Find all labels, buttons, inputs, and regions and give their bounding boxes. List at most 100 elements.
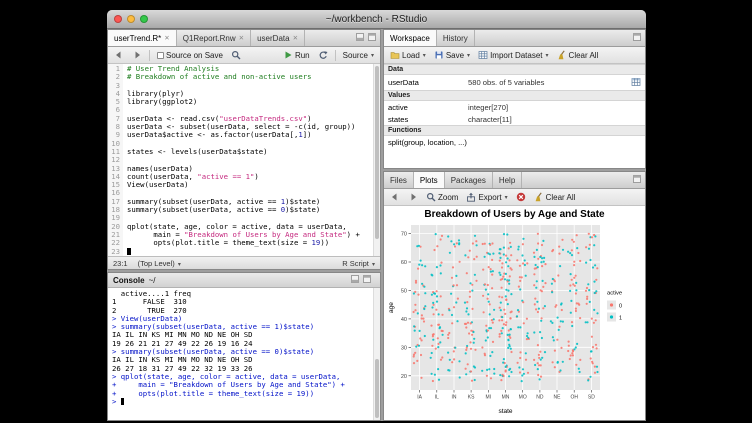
delete-icon [516, 192, 526, 202]
svg-text:OH: OH [570, 395, 578, 401]
chevron-down-icon: ▾ [178, 262, 181, 268]
run-label: Run [295, 51, 310, 60]
tab-plots[interactable]: Plots [414, 172, 445, 188]
code-editor[interactable]: 1234567891011121314151617181920212223 # … [108, 64, 380, 256]
arrow-right-icon [408, 192, 418, 202]
toolbar-divider [335, 50, 336, 61]
tab-packages[interactable]: Packages [445, 172, 493, 188]
back-button[interactable] [111, 49, 127, 61]
traffic-lights [114, 15, 148, 23]
workspace-section-values: Values [384, 90, 645, 101]
maximize-pane-button[interactable] [632, 32, 642, 44]
console-scrollbar[interactable] [373, 288, 380, 420]
clear-all-workspace-button[interactable]: Clear All [554, 49, 602, 61]
arrow-left-icon [390, 192, 400, 202]
export-plot-button[interactable]: Export▾ [463, 191, 510, 203]
object-value: character[11] [468, 115, 641, 124]
maximize-pane-button[interactable] [362, 274, 372, 286]
svg-text:30: 30 [400, 345, 406, 351]
close-tab-icon[interactable]: ✕ [293, 34, 298, 42]
source-on-save-label: Source on Save [166, 51, 223, 60]
close-tab-icon[interactable]: ✕ [164, 34, 169, 42]
svg-text:MN: MN [501, 395, 509, 401]
zoom-window-button[interactable] [140, 15, 148, 23]
close-window-button[interactable] [114, 15, 122, 23]
workspace-pane: WorkspaceHistory Load▾Save▾Import Datase… [383, 29, 646, 169]
zoom-icon [231, 50, 241, 60]
zoom-plot-button[interactable]: Zoom [423, 191, 461, 203]
plots-tabbar: FilesPlotsPackagesHelp [384, 172, 645, 189]
zoom-icon [426, 192, 436, 202]
source-on-save-checkbox[interactable] [157, 52, 164, 59]
run-button[interactable]: Run [280, 49, 313, 61]
workspace-object-row[interactable]: split(group, location, ...) [384, 136, 645, 148]
minimize-pane-button[interactable] [350, 274, 360, 286]
find-replace-icon[interactable] [228, 49, 244, 61]
chevron-down-icon: ▾ [423, 52, 426, 59]
console-header: Console ~/ [108, 273, 380, 288]
svg-text:state: state [498, 408, 512, 415]
minimize-pane-button[interactable] [355, 32, 365, 44]
console-output[interactable]: active....1 freq1 FALSE 3102 TRUE 270> V… [108, 288, 373, 420]
svg-text:ND: ND [536, 395, 544, 401]
console-title: Console [113, 276, 145, 285]
export-icon [466, 192, 476, 202]
load-workspace-button[interactable]: Load▾ [387, 49, 429, 61]
button-label: Import Dataset [490, 51, 542, 60]
next-plot-button[interactable] [405, 191, 421, 203]
svg-text:0: 0 [619, 304, 622, 310]
workspace-object-row[interactable]: statescharacter[11] [384, 113, 645, 125]
source-tab-userdata[interactable]: userData ✕ [251, 30, 305, 46]
line-numbers: 1234567891011121314151617181920212223 [108, 64, 123, 256]
cursor-position: 23:1 [113, 259, 128, 268]
console-line: > [112, 398, 373, 406]
svg-text:1: 1 [619, 316, 622, 322]
rerun-button[interactable] [315, 49, 331, 61]
svg-text:70: 70 [400, 232, 406, 238]
code-text[interactable]: # User Trend Analysis# Breakdown of acti… [123, 64, 373, 256]
svg-text:KS: KS [467, 395, 474, 401]
workspace-object-row[interactable]: userData580 obs. of 5 variables [384, 75, 645, 90]
file-type-selector[interactable]: R Script ▾ [342, 259, 375, 268]
tab-workspace[interactable]: Workspace [384, 30, 437, 46]
import-dataset-button[interactable]: Import Dataset▾ [475, 49, 551, 61]
source-tab-usertrend-r[interactable]: userTrend.R*✕ [108, 30, 177, 46]
arrow-right-icon [132, 50, 142, 60]
tab-label: Q1Report.Rnw [183, 34, 236, 43]
maximize-pane-button[interactable] [632, 174, 642, 186]
window-titlebar[interactable]: ~/workbench - RStudio [107, 10, 646, 29]
source-button[interactable]: Source ▾ [340, 50, 377, 61]
rerun-icon [318, 50, 328, 60]
chevron-down-icon: ▾ [371, 52, 374, 59]
tab-history[interactable]: History [437, 30, 475, 46]
source-on-save-toggle[interactable]: Source on Save [154, 50, 226, 61]
view-data-button[interactable] [631, 77, 641, 89]
object-name: active [388, 103, 468, 112]
editor-scrollbar[interactable] [373, 64, 380, 256]
workspace-object-row[interactable]: activeinteger[270] [384, 101, 645, 113]
svg-text:40: 40 [400, 317, 406, 323]
previous-plot-button[interactable] [387, 191, 403, 203]
workbench-area: userTrend.R*✕Q1Report.Rnw✕userData✕ Sour… [107, 29, 646, 421]
broom-icon [534, 192, 544, 202]
minimize-window-button[interactable] [127, 15, 135, 23]
source-tab-q1report-rnw[interactable]: Q1Report.Rnw✕ [177, 30, 251, 46]
chevron-down-icon: ▾ [372, 262, 375, 268]
forward-button[interactable] [129, 49, 145, 61]
plot-display-area: Breakdown of Users by Age and State 2030… [384, 206, 645, 420]
maximize-pane-button[interactable] [367, 32, 377, 44]
tab-help[interactable]: Help [493, 172, 522, 188]
source-pane: userTrend.R*✕Q1Report.Rnw✕userData✕ Sour… [107, 29, 381, 270]
close-tab-icon[interactable]: ✕ [239, 34, 244, 42]
svg-text:active: active [607, 291, 622, 297]
scope-selector[interactable]: (Top Level) ▾ [138, 259, 181, 268]
object-name: split(group, location, ...) [388, 138, 468, 147]
save-workspace-button[interactable]: Save▾ [431, 49, 473, 61]
workspace-section-functions: Functions [384, 125, 645, 136]
clear-all-plots-button[interactable]: Clear All [531, 191, 579, 203]
scatter-plot-image: 203040506070IAILINKSMIMNMONDNEOHSDstatea… [386, 220, 644, 416]
source-tabbar: userTrend.R*✕Q1Report.Rnw✕userData✕ [108, 30, 380, 47]
tab-files[interactable]: Files [384, 172, 414, 188]
remove-plot-button[interactable] [513, 191, 529, 203]
tab-label: userData [257, 34, 289, 43]
